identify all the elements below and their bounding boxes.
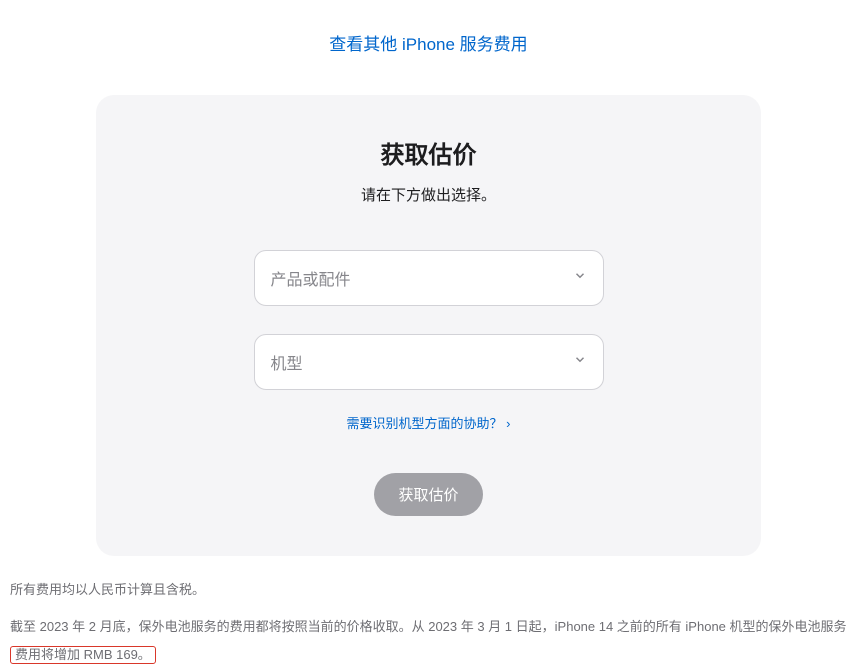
view-other-services-link[interactable]: 查看其他 iPhone 服务费用: [329, 35, 527, 54]
estimate-card: 获取估价 请在下方做出选择。 产品或配件 机型 需要识别机型方面的协助？ › 获…: [96, 95, 761, 556]
product-select-placeholder: 产品或配件: [271, 266, 351, 290]
card-title: 获取估价: [146, 135, 711, 170]
product-select-wrap: 产品或配件: [254, 250, 604, 306]
chevron-down-icon: [573, 269, 587, 288]
card-subtitle: 请在下方做出选择。: [146, 184, 711, 205]
model-select-placeholder: 机型: [271, 350, 303, 374]
chevron-right-icon: ›: [506, 416, 510, 431]
footer-line-2: 截至 2023 年 2 月底，保外电池服务的费用都将按照当前的价格收取。从 20…: [10, 613, 847, 670]
help-link-text: 需要识别机型方面的协助？: [347, 416, 503, 431]
footer-line-1: 所有费用均以人民币计算且含税。: [10, 576, 847, 605]
chevron-down-icon: [573, 353, 587, 372]
product-select[interactable]: 产品或配件: [254, 250, 604, 306]
footer-line-2a: 截至 2023 年 2 月底，保外电池服务的费用都将按照当前的价格收取。从 20…: [10, 619, 847, 634]
model-select-wrap: 机型: [254, 334, 604, 390]
model-select[interactable]: 机型: [254, 334, 604, 390]
footer-notes: 所有费用均以人民币计算且含税。 截至 2023 年 2 月底，保外电池服务的费用…: [0, 556, 857, 670]
get-estimate-button[interactable]: 获取估价: [374, 473, 482, 516]
identify-model-help-link[interactable]: 需要识别机型方面的协助？ ›: [347, 416, 511, 431]
price-increase-highlight: 费用将增加 RMB 169。: [10, 646, 156, 664]
